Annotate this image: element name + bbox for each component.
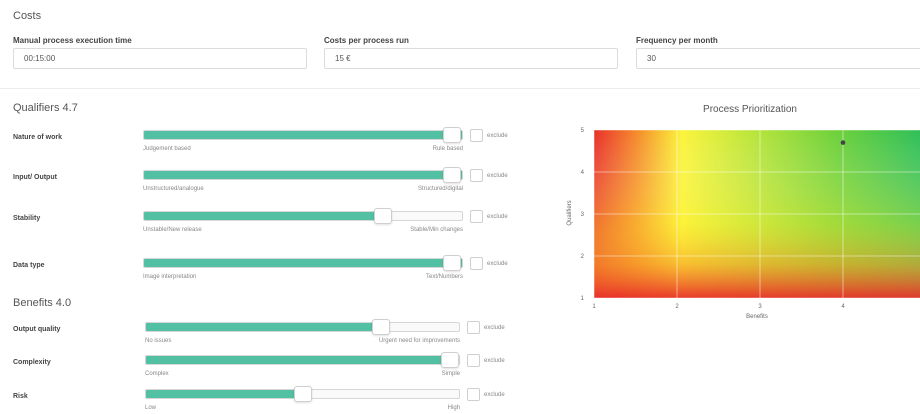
range-max-label: Simple [441,371,460,377]
cost-per-run-label: Costs per process run [324,36,409,45]
exclude-checkbox[interactable] [467,388,480,401]
qualifier-label: Input/ Output [13,174,57,181]
benefit-slider[interactable] [145,352,460,368]
slider-fill [146,323,381,331]
slider-handle[interactable] [373,208,392,224]
benefit-slider[interactable] [145,319,460,335]
range-min-label: Unstable/New release [143,227,202,233]
slider-handle[interactable] [371,319,390,335]
range-max-label: Text/Numbers [425,274,463,280]
benefit-label: Complexity [13,359,51,366]
slider-fill [146,356,459,364]
x-tick-label: 2 [675,304,679,310]
qualifiers-title: Qualifiers 4.7 [13,102,78,114]
range-min-label: Judgement based [143,146,191,152]
x-axis-label: Benefits [746,314,768,320]
range-max-label: Urgent need for improvements [378,338,460,344]
y-tick-label: 3 [581,212,585,218]
y-axis-label: Qualifiers [567,200,573,225]
x-tick-label: 1 [592,304,596,310]
x-ticks: 1 2 3 4 [592,304,845,310]
y-tick-label: 2 [581,254,585,260]
range-min-label: Low [145,405,157,411]
qualifier-slider[interactable] [143,127,463,143]
slider-fill [144,171,462,179]
exclude-label: exclude [487,214,508,220]
exclude-checkbox[interactable] [470,129,483,142]
exclude-checkbox[interactable] [470,257,483,270]
frequency-label: Frequency per month [636,36,718,45]
qualifier-label: Stability [13,215,41,222]
range-min-label: Unstructured/analogue [143,186,204,192]
prioritization-chart: 1 2 3 4 1 2 3 4 5 Benefits Qualifiers [567,128,920,320]
data-points [840,140,846,145]
benefits-title: Benefits 4.0 [13,297,72,309]
range-min-label: Complex [145,371,169,377]
cost-per-run-input[interactable]: 15 € [324,48,618,69]
slider-fill [144,259,462,267]
exclude-label: exclude [484,325,505,331]
range-min-label: Image interpretation [143,274,197,280]
qualifier-label: Data type [13,262,45,269]
slider-handle[interactable] [293,386,312,402]
exclude-label: exclude [487,261,508,267]
exclude-checkbox[interactable] [467,321,480,334]
slider-fill [144,131,462,139]
range-max-label: High [447,405,460,411]
manual-time-input[interactable]: 00:15:00 [13,48,307,69]
y-tick-label: 4 [581,170,585,176]
range-max-label: Structured/digital [417,186,463,192]
slider-fill [146,390,303,398]
range-max-label: Rule based [432,146,463,152]
exclude-label: exclude [484,358,505,364]
qualifier-slider[interactable] [143,255,463,271]
exclude-checkbox[interactable] [467,354,480,367]
qualifier-label: Nature of work [13,134,63,141]
qualifier-slider[interactable] [143,208,463,224]
slider-handle[interactable] [443,127,462,143]
chart-title: Process Prioritization [703,104,797,115]
slider-fill [144,212,383,220]
exclude-label: exclude [484,392,505,398]
benefit-label: Risk [13,393,28,400]
manual-time-label: Manual process execution time [13,36,132,45]
exclude-checkbox[interactable] [470,169,483,182]
exclude-checkbox[interactable] [470,210,483,223]
x-tick-label: 3 [758,304,762,310]
exclude-label: exclude [487,133,508,139]
range-max-label: Stable/Min changes [410,227,463,233]
benefit-slider[interactable] [145,386,460,402]
y-ticks: 1 2 3 4 5 [581,128,585,302]
y-tick-label: 5 [581,128,585,134]
y-tick-label: 1 [581,296,585,302]
qualifier-slider[interactable] [143,167,463,183]
slider-handle[interactable] [443,255,462,271]
range-min-label: No issues [145,338,172,344]
frequency-input[interactable]: 30 [636,48,920,69]
exclude-label: exclude [487,173,508,179]
x-tick-label: 4 [841,304,845,310]
benefit-label: Output quality [13,326,61,333]
slider-handle[interactable] [440,352,459,368]
slider-handle[interactable] [443,167,462,183]
section-divider [0,88,920,89]
data-point [840,140,846,145]
plot-area [593,129,920,299]
costs-title: Costs [13,10,42,22]
